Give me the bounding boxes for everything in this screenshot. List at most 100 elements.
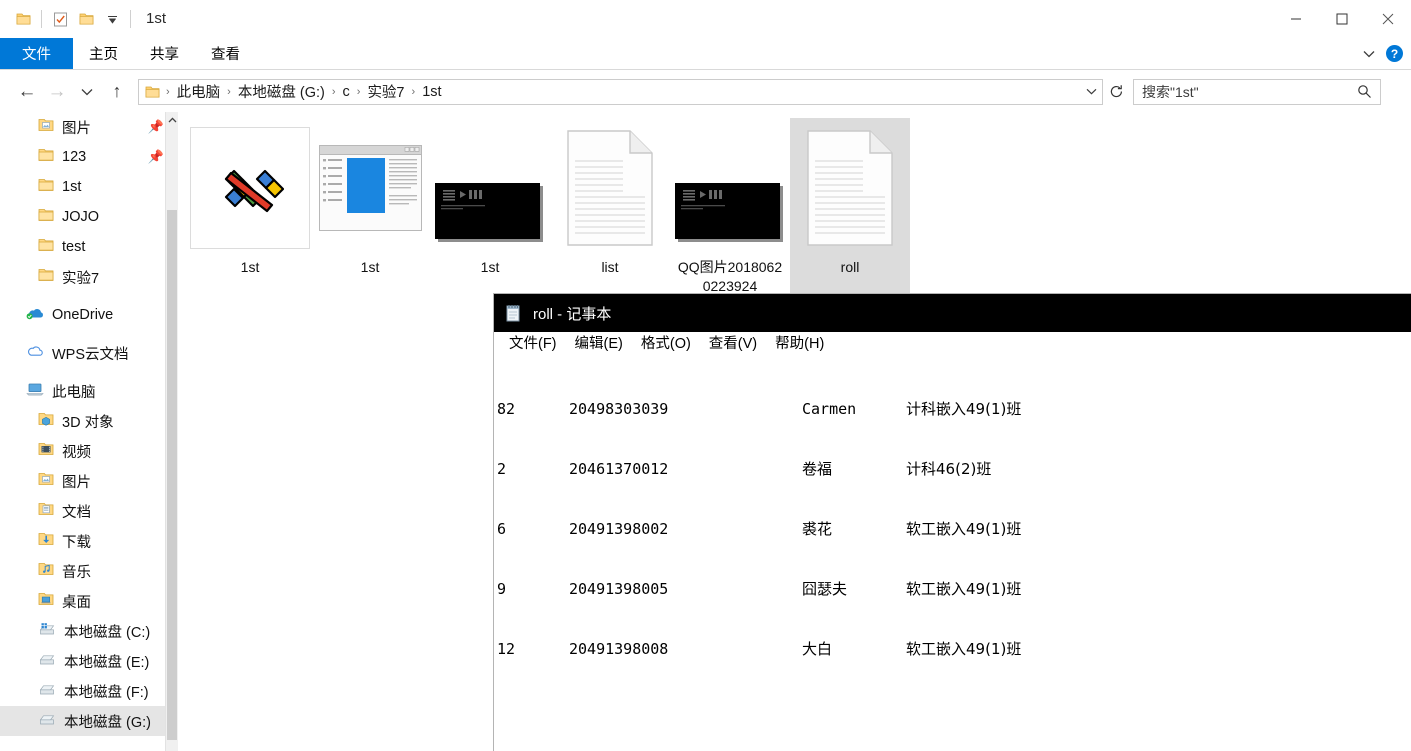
row-class: 软工嵌入49(1)班: [906, 520, 1022, 538]
sidebar-item-music[interactable]: 音乐: [0, 556, 178, 586]
sidebar-item-wps-cloud[interactable]: WPS云文档: [0, 338, 178, 368]
sidebar-item-documents[interactable]: 文档: [0, 496, 178, 526]
sidebar-item-123[interactable]: 123 📌: [0, 142, 178, 172]
sidebar-label: 下载: [62, 534, 91, 551]
document-preview-icon: [318, 145, 422, 231]
tab-share[interactable]: 共享: [134, 38, 195, 69]
file-item-1st-doc[interactable]: 1st: [310, 118, 430, 296]
customize-dropdown-icon[interactable]: [99, 6, 125, 32]
sidebar-item-jojo[interactable]: JOJO: [0, 202, 178, 232]
file-name: 1st: [360, 259, 380, 275]
address-dropdown-chevron-down-icon[interactable]: [1082, 88, 1100, 95]
sidebar-item-this-pc[interactable]: 此电脑: [0, 376, 178, 406]
explorer-titlebar: 1st: [0, 0, 1411, 38]
minimize-button[interactable]: [1273, 0, 1319, 38]
nav-pane-scrollbar[interactable]: [166, 112, 178, 751]
pin-icon[interactable]: 📌: [148, 119, 164, 135]
properties-icon[interactable]: [47, 6, 73, 32]
breadcrumb-item-shiyan7[interactable]: 实验7: [364, 81, 407, 102]
expand-ribbon-chevron-down-icon[interactable]: [1358, 43, 1380, 65]
sidebar-item-desktop[interactable]: 桌面: [0, 586, 178, 616]
folder-icon: [38, 238, 54, 256]
file-item-1st-rar[interactable]: 1st: [190, 118, 310, 296]
row-class: 软工嵌入49(1)班: [906, 640, 1022, 658]
sidebar-item-videos[interactable]: 视频: [0, 436, 178, 466]
help-icon[interactable]: ?: [1386, 45, 1403, 62]
recent-locations-button[interactable]: [72, 77, 102, 107]
new-folder-icon[interactable]: [73, 6, 99, 32]
back-button[interactable]: ←: [12, 77, 42, 107]
qat-divider: [41, 10, 42, 28]
search-box[interactable]: [1133, 78, 1381, 105]
breadcrumb-item-c[interactable]: c: [340, 84, 353, 100]
file-item-qq-image[interactable]: QQ图片20180620223924: [670, 118, 790, 296]
sidebar-item-shiyan7[interactable]: 实验7: [0, 262, 178, 292]
notepad-title-text: roll - 记事本: [533, 305, 612, 323]
text-file-icon: [807, 130, 893, 246]
screen: 1st 文件 主页 共享 查看 ? ← → ↑ › 此电脑 › 本地磁盘 (G:…: [0, 0, 1411, 751]
forward-button[interactable]: →: [42, 77, 72, 107]
sidebar-item-1st[interactable]: 1st: [0, 172, 178, 202]
sidebar-item-onedrive[interactable]: OneDrive: [0, 300, 178, 330]
maximize-button[interactable]: [1319, 0, 1365, 38]
search-icon[interactable]: [1353, 84, 1376, 99]
file-name: 1st: [240, 259, 260, 275]
up-button[interactable]: ↑: [102, 77, 132, 107]
breadcrumb: › 此电脑 › 本地磁盘 (G:) › c › 实验7 › 1st: [162, 81, 1082, 102]
sidebar-label: 3D 对象: [62, 414, 114, 431]
icon-container: [566, 124, 654, 252]
sidebar-item-downloads[interactable]: 下载: [0, 526, 178, 556]
folder-icon[interactable]: [10, 6, 36, 32]
sidebar-item-pictures-quick[interactable]: 图片 📌: [0, 112, 178, 142]
breadcrumb-item-this-pc[interactable]: 此电脑: [174, 81, 224, 102]
sidebar-item-test[interactable]: test: [0, 232, 178, 262]
search-input[interactable]: [1142, 83, 1353, 100]
row-num: 82: [497, 400, 516, 418]
file-name: roll: [840, 259, 860, 275]
text-row: 82 20498303039 Carmen 计科嵌入49(1)班: [497, 399, 1411, 419]
sidebar-item-drive-e[interactable]: 本地磁盘 (E:): [0, 646, 178, 676]
file-item-roll-txt[interactable]: roll: [790, 118, 910, 296]
breadcrumb-sep-3: ›: [356, 85, 361, 98]
tab-home[interactable]: 主页: [73, 38, 134, 69]
sidebar-item-drive-f[interactable]: 本地磁盘 (F:): [0, 676, 178, 706]
notepad-text-area[interactable]: 82 20498303039 Carmen 计科嵌入49(1)班 2 20461…: [495, 357, 1411, 750]
address-folder-icon: [145, 85, 160, 99]
sidebar-item-3d-objects[interactable]: 3D 对象: [0, 406, 178, 436]
sidebar-label: 本地磁盘 (E:): [64, 654, 150, 671]
file-item-list-txt[interactable]: list: [550, 118, 670, 296]
music-icon: [38, 562, 54, 580]
address-bar[interactable]: › 此电脑 › 本地磁盘 (G:) › c › 实验7 › 1st: [138, 78, 1103, 105]
desktop-icon: [38, 592, 54, 610]
pin-icon[interactable]: 📌: [148, 149, 164, 165]
menu-format[interactable]: 格式(O): [632, 332, 700, 357]
breadcrumb-item-drive-g[interactable]: 本地磁盘 (G:): [235, 81, 328, 102]
file-item-1st-exe[interactable]: 1st: [430, 118, 550, 296]
scroll-up-arrow-icon[interactable]: [166, 112, 178, 128]
breadcrumb-sep-4: ›: [411, 85, 416, 98]
breadcrumb-sep-1: ›: [227, 85, 231, 98]
file-name: 1st: [480, 259, 500, 275]
menu-view[interactable]: 查看(V): [700, 332, 766, 357]
breadcrumb-item-1st[interactable]: 1st: [419, 84, 444, 100]
pictures-folder-icon: [38, 118, 54, 136]
drive-icon: [38, 712, 56, 730]
refresh-button[interactable]: [1103, 79, 1129, 105]
onedrive-icon: [26, 306, 44, 324]
scrollbar-thumb[interactable]: [167, 210, 177, 740]
sidebar-item-drive-c[interactable]: 本地磁盘 (C:): [0, 616, 178, 646]
row-class: 计科嵌入49(1)班: [906, 400, 1022, 418]
close-button[interactable]: [1365, 0, 1411, 38]
folder-icon: [38, 208, 54, 226]
videos-icon: [38, 442, 54, 460]
tab-view[interactable]: 查看: [195, 38, 256, 69]
sidebar-label: 文档: [62, 504, 91, 521]
tab-file[interactable]: 文件: [0, 38, 73, 69]
menu-file[interactable]: 文件(F): [500, 332, 566, 357]
menu-edit[interactable]: 编辑(E): [566, 332, 632, 357]
menu-help[interactable]: 帮助(H): [766, 332, 833, 357]
notepad-window[interactable]: roll - 记事本 文件(F) 编辑(E) 格式(O) 查看(V) 帮助(H)…: [494, 294, 1411, 751]
sidebar-item-drive-g[interactable]: 本地磁盘 (G:): [0, 706, 178, 736]
row-num: 2: [497, 460, 507, 478]
sidebar-item-pictures[interactable]: 图片: [0, 466, 178, 496]
